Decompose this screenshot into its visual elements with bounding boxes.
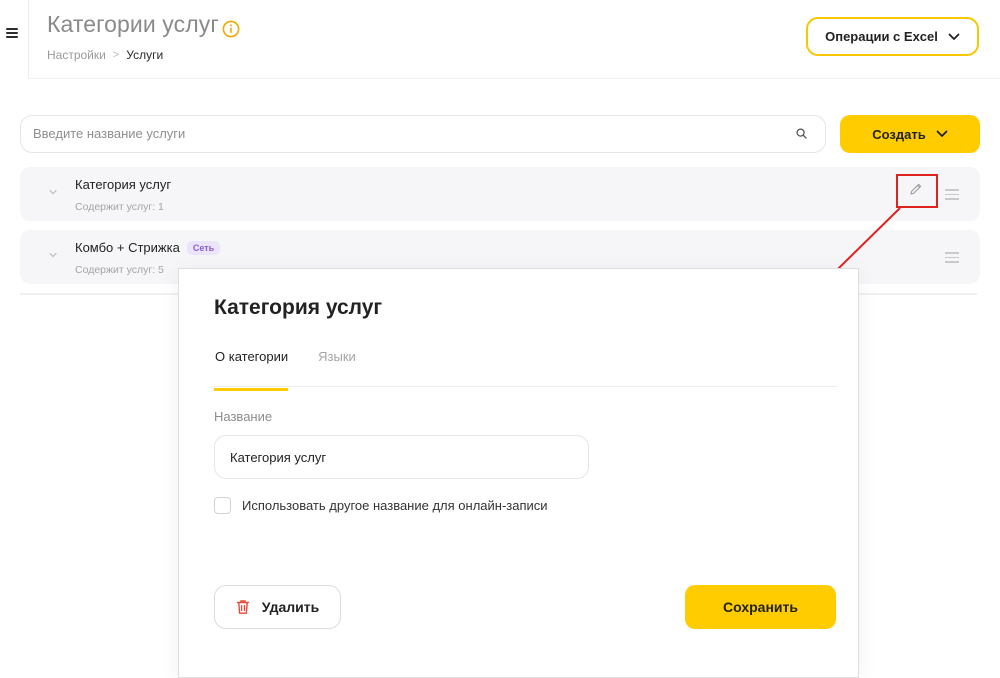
excel-operations-label: Операции с Excel: [825, 29, 938, 44]
create-button[interactable]: Создать: [840, 115, 980, 153]
chevron-down-icon: [948, 33, 960, 40]
breadcrumb-parent[interactable]: Настройки: [47, 48, 106, 62]
chevron-down-icon[interactable]: [48, 187, 58, 197]
alt-name-checkbox-label: Использовать другое название для онлайн-…: [242, 498, 548, 513]
breadcrumb: Настройки > Услуги: [47, 48, 163, 62]
drag-handle-icon[interactable]: [945, 252, 959, 263]
category-name-wrap: Комбо + Стрижка Сеть: [75, 240, 221, 255]
breadcrumb-current: Услуги: [126, 48, 164, 62]
category-name-wrap: Категория услуг: [75, 177, 171, 192]
excel-operations-button[interactable]: Операции с Excel: [806, 17, 979, 56]
category-modal: Категория услуг О категории Языки Назван…: [178, 268, 859, 678]
network-badge: Сеть: [186, 240, 221, 255]
category-count: Содержит услуг: 5: [75, 264, 164, 276]
drag-handle-icon[interactable]: [945, 189, 959, 200]
alt-name-checkbox[interactable]: [214, 497, 231, 514]
tabs-divider: [214, 386, 837, 387]
annotation-highlight-box: [896, 174, 938, 208]
delete-button[interactable]: Удалить: [214, 585, 341, 629]
delete-button-label: Удалить: [261, 599, 320, 615]
name-field[interactable]: [214, 435, 589, 479]
menu-icon[interactable]: [6, 28, 18, 38]
search-box: [20, 115, 826, 153]
chevron-down-icon: [936, 130, 948, 137]
create-button-label: Создать: [872, 126, 926, 142]
name-field-label: Название: [214, 409, 273, 424]
category-row[interactable]: Категория услуг Содержит услуг: 1: [20, 167, 980, 221]
breadcrumb-separator: >: [112, 49, 120, 61]
header-divider: [28, 0, 29, 78]
trash-icon: [236, 600, 249, 614]
modal-tabs: О категории Языки: [214, 349, 356, 391]
search-icon[interactable]: [796, 128, 807, 139]
tab-languages[interactable]: Языки: [318, 349, 356, 391]
tab-about-category[interactable]: О категории: [214, 349, 289, 391]
chevron-down-icon[interactable]: [48, 250, 58, 260]
save-button[interactable]: Сохранить: [685, 585, 836, 629]
header-bottom-divider: [28, 78, 1000, 79]
category-name: Категория услуг: [75, 177, 172, 192]
page-title: Категории услуг: [47, 11, 219, 37]
info-icon[interactable]: [222, 20, 240, 38]
alt-name-checkbox-row[interactable]: Использовать другое название для онлайн-…: [214, 497, 548, 514]
category-name: Комбо + Стрижка: [75, 240, 180, 255]
modal-title: Категория услуг: [214, 296, 383, 319]
search-input[interactable]: [33, 116, 773, 151]
category-count: Содержит услуг: 1: [75, 201, 164, 213]
